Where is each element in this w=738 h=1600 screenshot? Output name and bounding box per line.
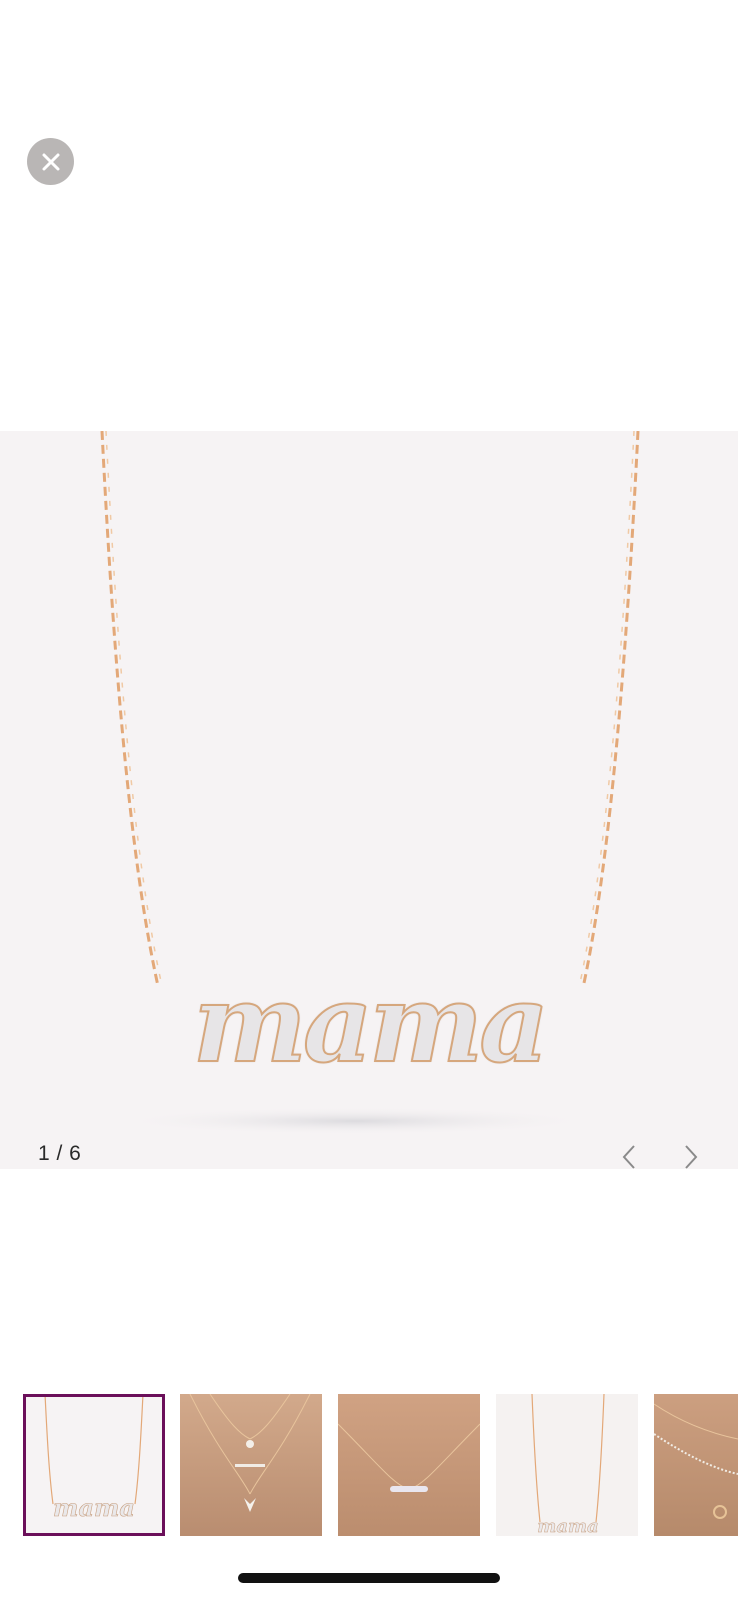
thumbnail-3-image	[338, 1423, 480, 1492]
product-image[interactable]: mama	[0, 431, 738, 1169]
pendant-text: mama	[192, 960, 551, 1088]
previous-image-button[interactable]	[612, 1140, 646, 1174]
close-button[interactable]	[27, 138, 74, 185]
chain-right	[582, 431, 640, 984]
chevron-left-icon	[622, 1145, 635, 1169]
thumbnail-4-image: mama	[531, 1394, 605, 1536]
next-image-button[interactable]	[674, 1140, 708, 1174]
thumbnail-1-image: mama	[44, 1394, 144, 1522]
svg-text:mama: mama	[53, 1493, 135, 1522]
thumbnail-3[interactable]	[338, 1394, 480, 1536]
close-icon	[42, 153, 59, 170]
chevron-right-icon	[685, 1145, 698, 1169]
chain-left	[100, 431, 160, 987]
svg-text:mama: mama	[537, 1516, 598, 1536]
thumbnail-2-image	[189, 1394, 311, 1512]
home-indicator[interactable]	[238, 1573, 500, 1583]
thumbnail-1[interactable]: mama	[23, 1394, 165, 1536]
thumbnail-5[interactable]	[654, 1394, 738, 1536]
thumbnail-strip[interactable]: mama mama	[0, 1392, 738, 1537]
thumbnail-4[interactable]: mama	[496, 1394, 638, 1536]
image-counter: 1 / 6	[38, 1142, 82, 1165]
thumbnail-2[interactable]	[180, 1394, 322, 1536]
thumbnail-5-image	[654, 1403, 738, 1519]
